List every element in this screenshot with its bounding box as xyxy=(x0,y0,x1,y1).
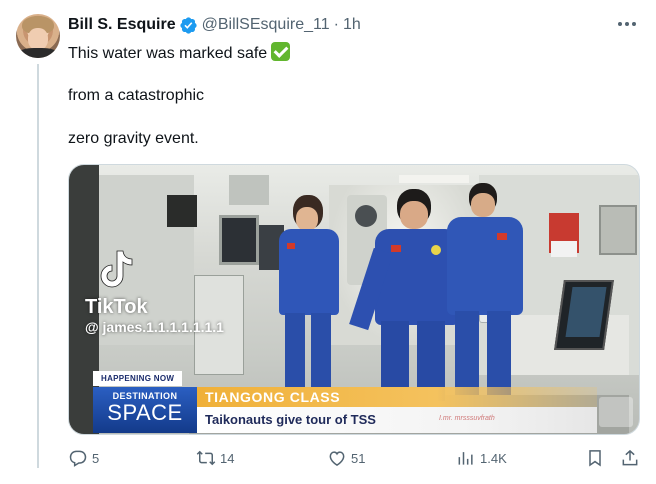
avatar[interactable] xyxy=(16,14,60,58)
class-title-bar: TIANGONG CLASS xyxy=(197,387,597,407)
tiktok-icon xyxy=(100,250,133,288)
share-button[interactable] xyxy=(620,448,640,468)
bookmark-icon xyxy=(589,450,601,467)
timestamp[interactable]: 1h xyxy=(343,16,361,34)
author-name[interactable]: Bill S. Esquire xyxy=(68,16,176,34)
action-bar: 5 14 51 1.4K xyxy=(0,448,656,472)
tiktok-username: @ james.1.1.1.1.1.1.1 xyxy=(85,319,224,335)
tweet-text: This water was marked safe xyxy=(68,45,268,62)
reply-count: 5 xyxy=(92,450,100,466)
thread-line xyxy=(37,64,39,468)
tweet-text-line-1: This water was marked safe xyxy=(68,42,291,64)
video-media[interactable]: TikTok @ james.1.1.1.1.1.1.1 HAPPENING N… xyxy=(68,164,640,435)
views-button[interactable]: 1.4K xyxy=(456,448,507,468)
watermark-text: I.mr. mrsssuvfrath xyxy=(439,415,495,422)
repost-button[interactable]: 14 xyxy=(196,448,234,468)
like-button[interactable]: 51 xyxy=(327,448,365,468)
subtitle-bar: Taikonauts give tour of TSS I.mr. mrsssu… xyxy=(197,407,597,433)
tweet-text-line-2: from a catastrophic xyxy=(68,87,205,104)
space-label: SPACE xyxy=(107,400,183,425)
bookmark-button[interactable] xyxy=(585,448,605,468)
happening-now-label: HAPPENING NOW xyxy=(93,371,183,386)
views-icon xyxy=(458,452,473,465)
astronaut-left xyxy=(273,195,345,391)
subtitle: Taikonauts give tour of TSS xyxy=(205,412,376,427)
tweet-header: Bill S. Esquire @BillSEsquire_11 · 1h xyxy=(68,15,361,35)
astronaut-right xyxy=(441,183,527,395)
like-count: 51 xyxy=(351,450,366,466)
destination-space-box: DESTINATION SPACE xyxy=(93,387,197,433)
reply-icon xyxy=(69,450,87,467)
like-icon xyxy=(329,451,345,466)
repost-count: 14 xyxy=(220,450,235,466)
share-icon xyxy=(622,449,638,466)
reply-button[interactable]: 5 xyxy=(68,448,99,468)
views-count: 1.4K xyxy=(480,450,507,466)
more-icon[interactable] xyxy=(614,14,640,34)
cctv-logo xyxy=(599,397,633,427)
author-handle[interactable]: @BillSEsquire_11 xyxy=(202,16,330,34)
verified-icon[interactable] xyxy=(179,16,198,35)
class-title: TIANGONG CLASS xyxy=(205,389,341,405)
separator-dot: · xyxy=(333,16,339,33)
repost-icon xyxy=(196,450,216,466)
tweet-text-line-3: zero gravity event. xyxy=(68,130,199,147)
tiktok-watermark: TikTok @ james.1.1.1.1.1.1.1 xyxy=(85,249,224,335)
tiktok-brand: TikTok xyxy=(85,296,148,318)
check-emoji-icon xyxy=(271,42,291,61)
